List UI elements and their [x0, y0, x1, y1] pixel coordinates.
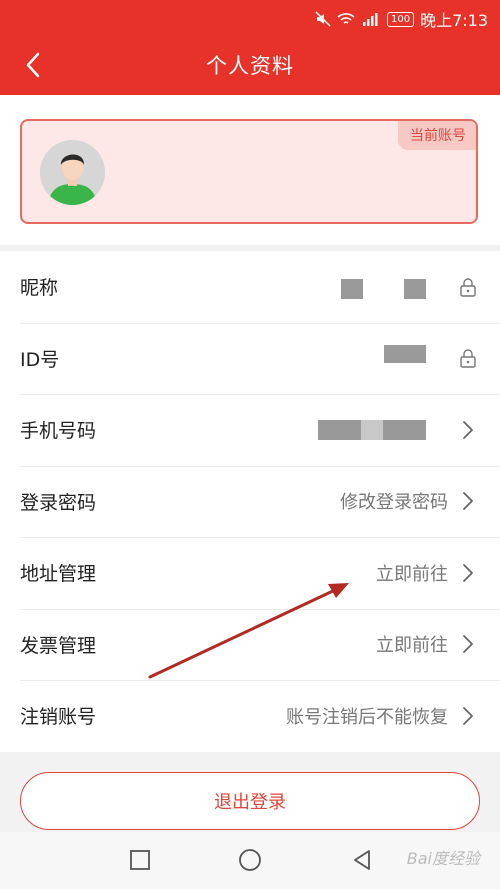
login-password-row[interactable]: 登录密码 修改登录密码	[0, 465, 500, 538]
status-time: 晚上7:13	[420, 11, 488, 30]
phone-blurred-value	[318, 420, 426, 440]
chevron-right-icon	[458, 419, 478, 441]
app-header: 100 晚上7:13 个人资料	[0, 0, 500, 95]
nickname-blurred-value	[404, 279, 426, 299]
avatar[interactable]	[40, 140, 105, 205]
chevron-right-icon	[458, 562, 478, 584]
page-title: 个人资料	[206, 54, 294, 78]
account-section: 当前账号	[0, 95, 500, 245]
battery-indicator: 100	[386, 11, 415, 27]
back-nav-icon[interactable]	[350, 848, 374, 872]
phone-row[interactable]: 手机号码	[0, 394, 500, 466]
logout-section: 退出登录	[0, 752, 500, 832]
nickname-row[interactable]: 昵称	[0, 251, 500, 323]
id-blurred-value	[384, 344, 426, 363]
signal-icon	[362, 13, 378, 26]
row-label: 地址管理	[20, 563, 97, 586]
row-label: 手机号码	[20, 420, 97, 443]
current-account-badge: 当前账号	[398, 121, 476, 150]
row-label: 登录密码	[20, 491, 97, 514]
chevron-right-icon	[458, 705, 478, 727]
row-value: 账号注销后不能恢复	[286, 706, 448, 728]
row-value: 立即前往	[376, 563, 448, 585]
watermark: Bai度经验	[406, 849, 480, 868]
lock-icon	[458, 276, 478, 298]
user-avatar-icon	[40, 140, 105, 205]
account-card[interactable]: 当前账号	[20, 119, 478, 224]
row-label: 昵称	[20, 277, 59, 300]
row-label: 注销账号	[20, 706, 97, 729]
chevron-right-icon	[458, 490, 478, 512]
home-icon[interactable]	[238, 848, 262, 872]
wifi-icon	[337, 13, 355, 24]
lock-icon	[458, 347, 478, 369]
mute-icon	[315, 11, 331, 27]
id-row[interactable]: ID号	[0, 322, 500, 395]
chevron-right-icon	[458, 633, 478, 655]
cancel-account-row[interactable]: 注销账号 账号注销后不能恢复	[0, 680, 500, 752]
recent-apps-icon[interactable]	[128, 848, 152, 872]
status-bar: 100 晚上7:13	[0, 0, 500, 36]
nickname-blurred-value	[341, 279, 363, 299]
row-label: ID号	[20, 348, 60, 371]
address-management-row[interactable]: 地址管理 立即前往	[0, 537, 500, 609]
logout-button[interactable]: 退出登录	[20, 772, 480, 830]
row-value: 修改登录密码	[340, 492, 448, 514]
profile-settings-list: 昵称 ID号 手机号码 登录密码 修改登录密码 地址管理 立即前往 发票管理 立…	[0, 251, 500, 752]
row-value: 立即前往	[376, 635, 448, 657]
invoice-management-row[interactable]: 发票管理 立即前往	[0, 608, 500, 681]
row-label: 发票管理	[20, 634, 97, 657]
